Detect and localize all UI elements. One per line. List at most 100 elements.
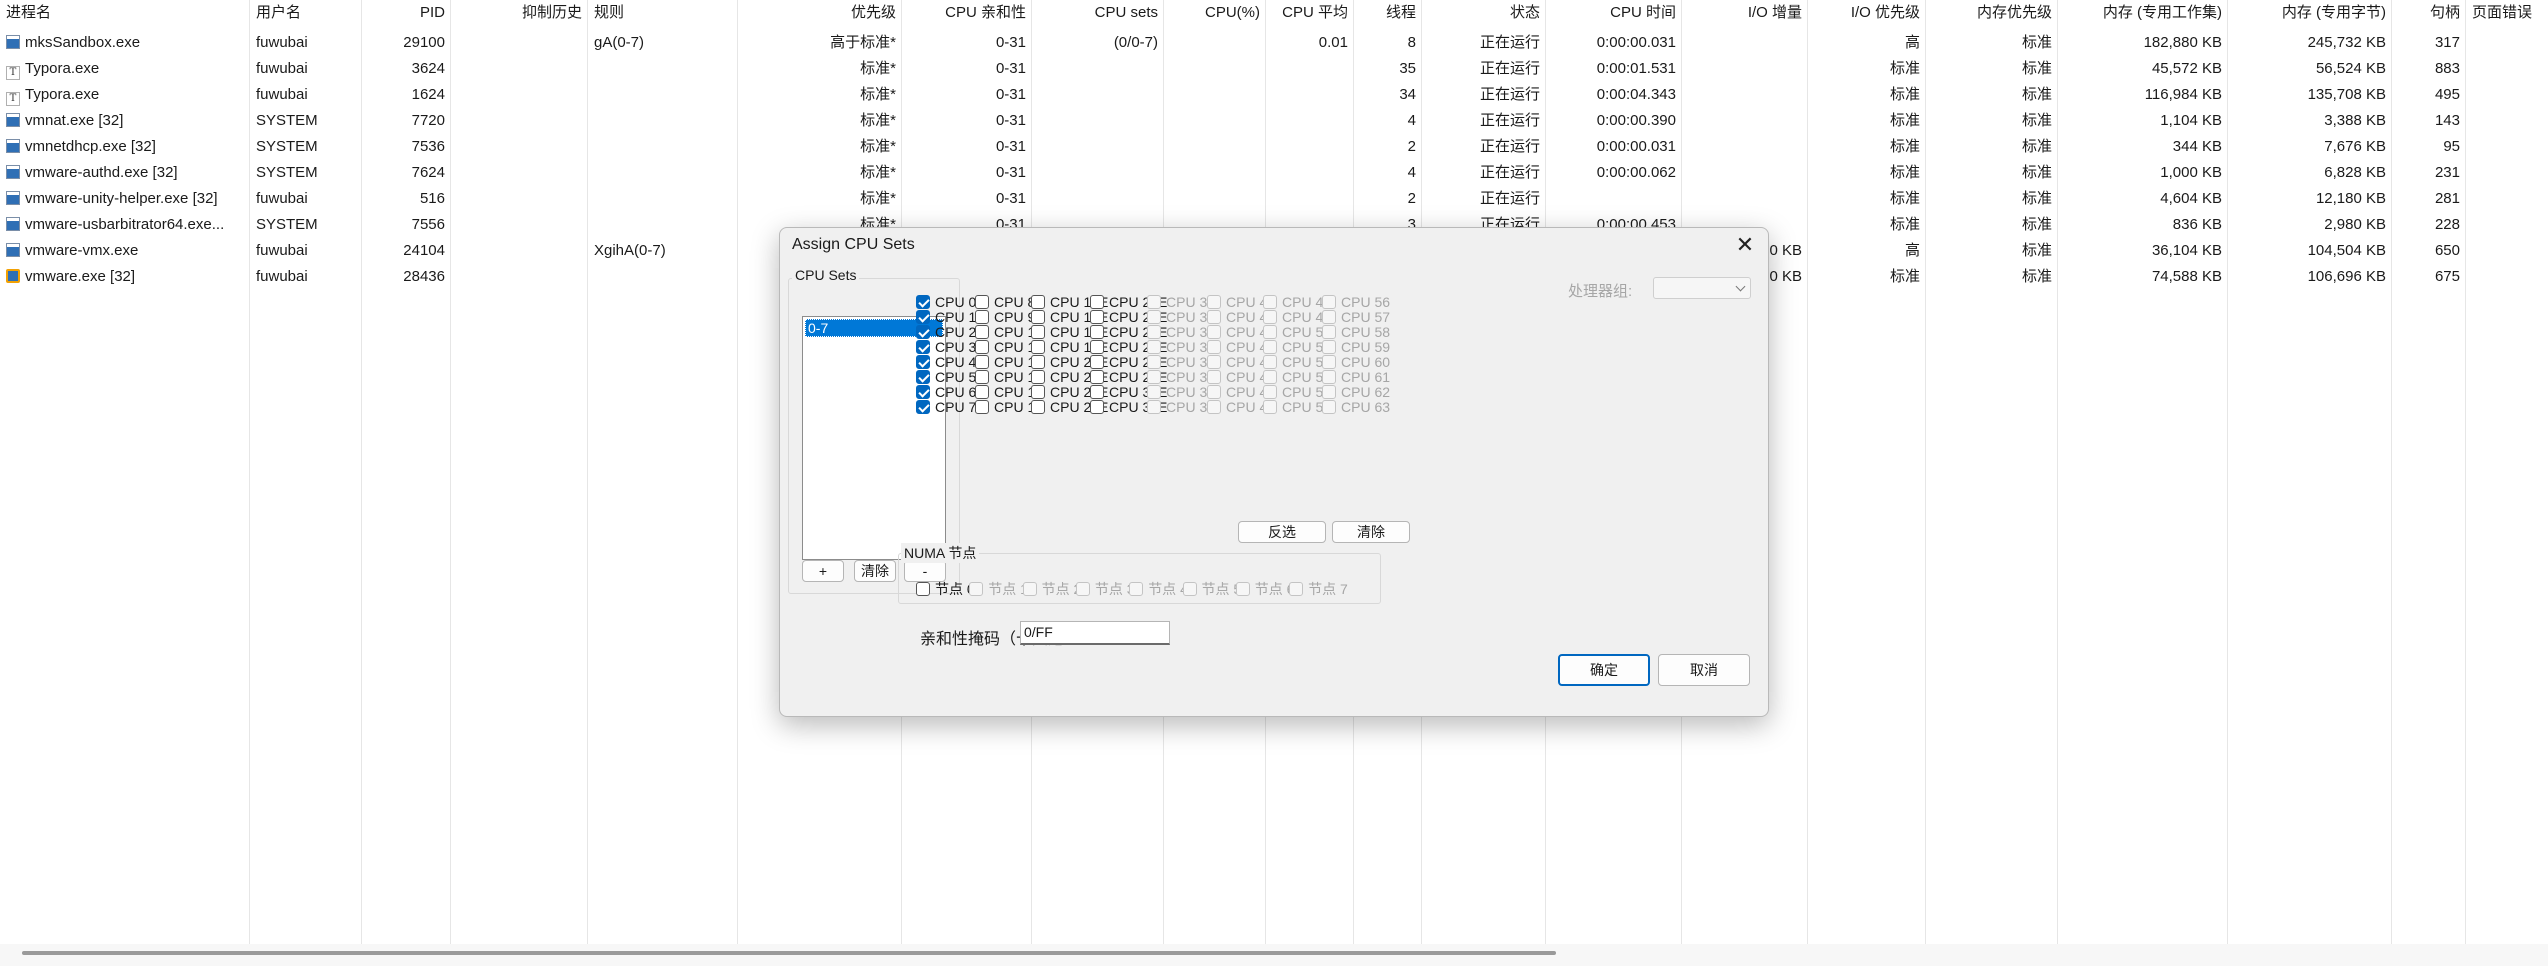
table-row[interactable]: vmnat.exe [32] SYSTEM 7720 标准* 0-31 4 正在运行 0:00… — [0, 108, 2548, 134]
column-header[interactable]: 用户名 — [250, 0, 362, 26]
column-header[interactable]: 内存 (专用工作集) — [2058, 0, 2228, 26]
column-header[interactable]: PID — [362, 0, 451, 26]
column-header[interactable]: CPU 亲和性 — [902, 0, 1032, 26]
iopri-text: 标准 — [1889, 216, 1920, 233]
column-header[interactable]: 页面错误 — [2466, 0, 2548, 26]
iopri-text: 标准 — [1889, 112, 1920, 129]
affinity-text: 0-31 — [995, 190, 1026, 207]
cell-status: 正在运行 — [1422, 134, 1546, 160]
numa-node-checkbox: 节点 4 — [1129, 578, 1188, 600]
membytes-text: 2,980 KB — [2324, 216, 2386, 233]
column-header[interactable]: 句柄 — [2392, 0, 2466, 26]
table-row[interactable]: vmware-unity-helper.exe [32] fuwubai 516 标准… — [0, 186, 2548, 212]
table-row[interactable]: T Typora.exe fuwubai 1624 标准* 0-31 34 正在运行 0:00:… — [0, 82, 2548, 108]
column-header[interactable]: 优先级 — [738, 0, 902, 26]
cell-mempri: 标准 — [1926, 56, 2058, 82]
cputime-text: 0:00:00.031 — [1596, 138, 1676, 155]
affinity-text: 0-31 — [995, 138, 1026, 155]
cell-priority: 标准* — [738, 82, 902, 108]
cell-cpu — [1164, 30, 1266, 56]
cell-ioinc — [1682, 108, 1808, 134]
mempri-text: 标准 — [2021, 34, 2052, 51]
cancel-button[interactable]: 取消 — [1658, 654, 1750, 686]
cpu-checkbox[interactable]: CPU 7 — [916, 396, 976, 418]
close-icon[interactable]: ✕ — [1730, 232, 1760, 260]
cell-mempri: 标准 — [1926, 160, 2058, 186]
cell-mempri: 标准 — [1926, 30, 2058, 56]
app-window-icon — [6, 139, 20, 153]
cell-handles: 495 — [2392, 82, 2466, 108]
cpusets-text: (0/0-7) — [1113, 34, 1158, 51]
cell-iopri: 标准 — [1808, 264, 1926, 290]
numa-node-checkbox[interactable]: 节点 0 — [916, 578, 975, 600]
column-header[interactable]: I/O 增量 — [1682, 0, 1808, 26]
membytes-text: 245,732 KB — [2307, 34, 2386, 51]
priority-text: 标准* — [860, 138, 896, 155]
column-header[interactable]: 进程名 — [0, 0, 250, 26]
cell-ioinc — [1682, 134, 1808, 160]
clear-cpus-button[interactable]: 清除 — [1332, 521, 1410, 543]
cell-cpuavg — [1266, 160, 1354, 186]
column-header[interactable]: CPU 平均 — [1266, 0, 1354, 26]
column-header[interactable]: 抑制历史 — [451, 0, 588, 26]
cell-ioinc — [1682, 82, 1808, 108]
cell-cputime: 0:00:00.031 — [1546, 30, 1682, 56]
mempri-text: 标准 — [2021, 242, 2052, 259]
mempri-text: 标准 — [2021, 268, 2052, 285]
user-text: SYSTEM — [256, 112, 318, 129]
invert-selection-button[interactable]: 反选 — [1238, 521, 1326, 543]
table-row[interactable]: vmware-authd.exe [32] SYSTEM 7624 标准* 0-31 4 正… — [0, 160, 2548, 186]
user-text: fuwubai — [256, 34, 308, 51]
cell-name: vmware.exe [32] — [0, 264, 250, 290]
horizontal-scrollbar-track[interactable] — [0, 944, 2548, 966]
priority-text: 标准* — [860, 112, 896, 129]
cell-status: 正在运行 — [1422, 186, 1546, 212]
cell-threads: 2 — [1354, 134, 1422, 160]
cell-name: vmware-vmx.exe — [0, 238, 250, 264]
column-header[interactable]: CPU(%) — [1164, 0, 1266, 26]
column-header[interactable]: CPU 时间 — [1546, 0, 1682, 26]
cell-affinity: 0-31 — [902, 82, 1032, 108]
cell-cpusets: (0/0-7) — [1032, 30, 1164, 56]
name-text: vmnat.exe [32] — [25, 112, 124, 129]
name-text: Typora.exe — [25, 60, 100, 77]
threads-text: 34 — [1399, 86, 1416, 103]
column-header[interactable]: 内存优先级 — [1926, 0, 2058, 26]
status-text: 正在运行 — [1479, 164, 1540, 181]
horizontal-scrollbar-thumb[interactable] — [22, 951, 1556, 955]
column-header[interactable]: 内存 (专用字节) — [2228, 0, 2392, 26]
name-text: vmware.exe [32] — [25, 268, 136, 285]
column-header[interactable]: 线程 — [1354, 0, 1422, 26]
column-header[interactable]: I/O 优先级 — [1808, 0, 1926, 26]
column-header[interactable]: CPU sets — [1032, 0, 1164, 26]
add-cpu-set-button[interactable]: + — [802, 560, 844, 582]
table-row[interactable]: T Typora.exe fuwubai 3624 标准* 0-31 35 正在运行 0:00:… — [0, 56, 2548, 82]
cell-memws: 836 KB — [2058, 212, 2228, 238]
cell-pid: 7556 — [362, 212, 451, 238]
cell-mempri: 标准 — [1926, 186, 2058, 212]
cell-priority: 标准* — [738, 108, 902, 134]
checkbox-unchecked-icon — [969, 582, 984, 596]
memws-text: 116,984 KB — [2144, 86, 2222, 103]
pid-text: 7720 — [411, 112, 445, 129]
membytes-text: 106,696 KB — [2307, 268, 2386, 285]
cell-threads: 34 — [1354, 82, 1422, 108]
cell-cpuavg — [1266, 108, 1354, 134]
cell-cpuavg — [1266, 56, 1354, 82]
cell-iopri: 标准 — [1808, 212, 1926, 238]
handles-text: 231 — [2434, 164, 2460, 181]
clear-cpu-sets-button[interactable]: 清除 — [854, 560, 896, 582]
affinity-mask-input[interactable]: 0/FF — [1020, 621, 1170, 645]
table-row[interactable]: vmnetdhcp.exe [32] SYSTEM 7536 标准* 0-31 2 正在运行… — [0, 134, 2548, 160]
column-header[interactable]: 状态 — [1422, 0, 1546, 26]
iopri-text: 标准 — [1889, 138, 1920, 155]
status-text: 正在运行 — [1479, 60, 1540, 77]
pid-text: 516 — [419, 190, 445, 207]
cell-user: fuwubai — [250, 264, 362, 290]
ok-button[interactable]: 确定 — [1558, 654, 1650, 686]
column-header[interactable]: 规则 — [588, 0, 738, 26]
cell-iopri: 高 — [1808, 30, 1926, 56]
status-text: 正在运行 — [1479, 190, 1540, 207]
table-row[interactable]: mksSandbox.exe fuwubai 29100 gA(0-7) 高于标准* 0-… — [0, 30, 2548, 56]
cputime-text: 0:00:04.343 — [1596, 86, 1676, 103]
